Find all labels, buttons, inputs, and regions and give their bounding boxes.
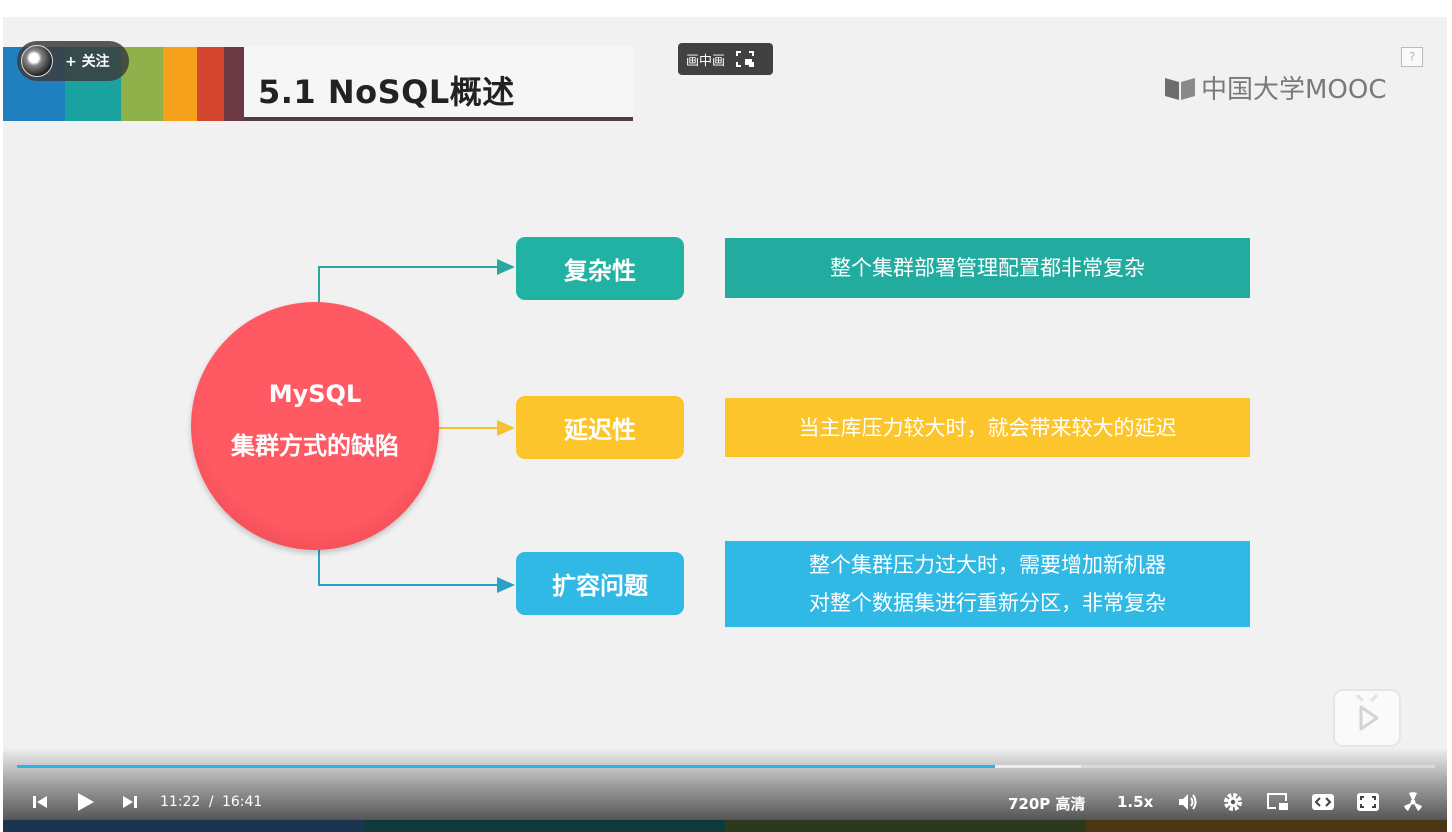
desc-scaling: 整个集群压力过大时，需要增加新机器 对整个数据集进行重新分区，非常复杂: [725, 541, 1250, 627]
total-time: 16:41: [221, 794, 263, 810]
previous-icon[interactable]: [31, 793, 49, 811]
desc-complexity: 整个集群部署管理配置都非常复杂: [725, 238, 1250, 298]
danmaku-radiation-icon[interactable]: [1400, 789, 1426, 815]
widescreen-icon[interactable]: [1311, 791, 1335, 813]
desc-scaling-line1: 整个集群压力过大时，需要增加新机器: [809, 553, 1166, 577]
desc-complexity-line1: 整个集群部署管理配置都非常复杂: [830, 256, 1145, 280]
desc-scaling-line2: 对整个数据集进行重新分区，非常复杂: [809, 591, 1166, 615]
mini-player-icon[interactable]: [1266, 791, 1290, 813]
center-topic-circle: MySQL 集群方式的缺陷: [191, 302, 439, 550]
time-display: 11:22 / 16:41: [160, 794, 262, 810]
watch-later-button[interactable]: [1333, 689, 1401, 747]
desc-latency-line1: 当主库压力较大时，就会带来较大的延迟: [798, 415, 1177, 440]
play-icon[interactable]: [73, 790, 97, 814]
next-icon[interactable]: [121, 793, 139, 811]
time-separator: /: [208, 794, 214, 810]
progress-bar[interactable]: [17, 765, 1435, 768]
quality-selector[interactable]: 720P 高清: [1008, 793, 1086, 814]
center-topic-line2: 集群方式的缺陷: [231, 432, 399, 460]
center-topic-line1: MySQL: [268, 380, 362, 408]
volume-icon[interactable]: [1176, 791, 1200, 813]
node-complexity: 复杂性: [516, 237, 684, 300]
bottom-color-strip: [3, 820, 1447, 832]
fullscreen-icon[interactable]: [1356, 791, 1380, 813]
connector-scaling: [318, 549, 515, 593]
settings-icon[interactable]: [1221, 790, 1245, 814]
connector-complexity: [318, 259, 515, 305]
node-scaling: 扩容问题: [516, 552, 684, 615]
current-time: 11:22: [160, 794, 201, 810]
video-player[interactable]: 5.1 NoSQL概述 + 关注 画中画 中国大学MOOC ? MySQL 集群…: [3, 17, 1447, 832]
desc-latency: 当主库压力较大时，就会带来较大的延迟: [725, 398, 1250, 457]
speed-selector[interactable]: 1.5x: [1117, 793, 1153, 811]
progress-played: [17, 765, 996, 768]
tv-play-icon: [1355, 693, 1379, 731]
node-latency: 延迟性: [516, 396, 684, 459]
